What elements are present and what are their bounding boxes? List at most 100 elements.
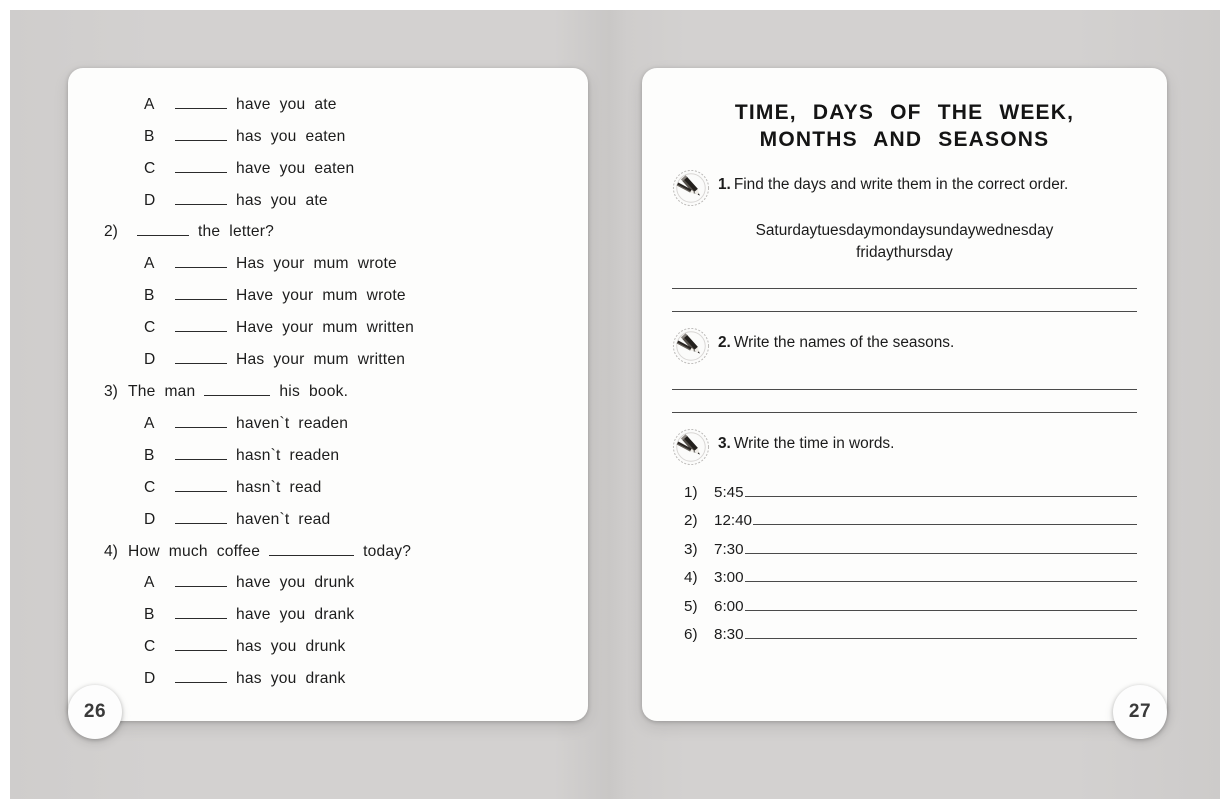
- answer-line[interactable]: [672, 411, 1137, 413]
- answer-blank[interactable]: [175, 317, 227, 333]
- answer-blank[interactable]: [175, 636, 227, 652]
- answer-blank[interactable]: [137, 222, 189, 237]
- time-row[interactable]: 5) 6:00: [672, 598, 1137, 615]
- option-row[interactable]: A haven`t readen: [98, 413, 558, 432]
- question-text-after: today?: [363, 542, 412, 560]
- answer-blank[interactable]: [753, 513, 1137, 525]
- option-row[interactable]: B have you drank: [98, 605, 558, 623]
- answer-blank[interactable]: [744, 627, 1137, 639]
- option-row[interactable]: B Have your mum wrote: [98, 285, 558, 305]
- option-letter: A: [144, 255, 155, 273]
- time-index: 6): [684, 626, 698, 643]
- option-text: Has your mum wrote: [236, 255, 397, 273]
- answer-blank[interactable]: [744, 541, 1137, 554]
- option-row[interactable]: C Have your mum written: [98, 317, 558, 336]
- page-title: TIME, DAYS OF THE WEEK, MONTHS AND SEASO…: [672, 100, 1137, 154]
- option-text: Has your mum written: [236, 351, 406, 369]
- answer-blank[interactable]: [175, 413, 227, 428]
- page-title-line-2: MONTHS AND SEASONS: [759, 127, 1050, 151]
- answer-blank[interactable]: [175, 190, 227, 205]
- option-row[interactable]: A have you drunk: [98, 573, 558, 591]
- option-letter: B: [144, 606, 155, 624]
- option-row[interactable]: D has you drank: [98, 668, 558, 688]
- answer-blank[interactable]: [175, 668, 227, 684]
- task-2-number: 2.: [718, 333, 731, 351]
- task-1-number: 1.: [718, 175, 731, 193]
- option-row[interactable]: D haven`t read: [98, 509, 558, 527]
- option-letter: A: [144, 95, 155, 113]
- answer-blank[interactable]: [175, 349, 227, 365]
- task-1: 1. Find the days and write them in the co…: [672, 169, 1137, 207]
- answer-blank[interactable]: [175, 285, 227, 301]
- task-1-instruction: Find the days and write them in the corr…: [733, 175, 1069, 193]
- time-row[interactable]: 1) 5:45: [672, 484, 1137, 501]
- option-text: has you drank: [236, 670, 346, 688]
- option-row[interactable]: B has you eaten: [98, 126, 558, 144]
- answer-blank[interactable]: [175, 94, 227, 109]
- option-text: has you eaten: [236, 127, 346, 145]
- answer-blank[interactable]: [269, 541, 355, 556]
- option-letter: C: [144, 159, 156, 177]
- option-row[interactable]: C have you eaten: [98, 158, 558, 176]
- time-index: 1): [684, 483, 698, 501]
- task-1-text: 1. Find the days and write them in the co…: [718, 171, 1137, 195]
- option-row[interactable]: A Has your mum wrote: [98, 254, 558, 272]
- option-row[interactable]: D Has your mum written: [98, 349, 558, 369]
- time-index: 4): [684, 569, 698, 586]
- page-number-left: 26: [68, 685, 122, 739]
- answer-blank[interactable]: [175, 445, 227, 460]
- option-letter: C: [144, 478, 156, 496]
- answer-blank[interactable]: [175, 158, 227, 173]
- page-title-line-1: TIME, DAYS OF THE WEEK,: [734, 101, 1075, 124]
- task-2-instruction: Write the names of the seasons.: [733, 333, 955, 351]
- task-2: 2. Write the names of the seasons.: [672, 327, 1137, 365]
- answer-blank[interactable]: [175, 509, 227, 524]
- answer-line[interactable]: [672, 388, 1137, 390]
- answer-line[interactable]: [672, 287, 1137, 289]
- time-row[interactable]: 6) 8:30: [672, 626, 1137, 643]
- answer-blank[interactable]: [744, 484, 1137, 497]
- pencil-badge-icon: [672, 428, 710, 466]
- option-text: Have your mum wrote: [236, 287, 406, 305]
- time-list: 1) 5:45 2) 12:40 3) 7:30 4) 3:00 5) 6:00…: [672, 484, 1137, 643]
- scramble-line-2: fridaythursday: [856, 243, 953, 261]
- answer-blank[interactable]: [175, 573, 227, 588]
- time-row[interactable]: 2) 12:40: [672, 512, 1137, 529]
- option-row[interactable]: C has you drunk: [98, 636, 558, 656]
- time-value: 3:00: [714, 569, 744, 586]
- question-prompt: 4) How much coffee today?: [98, 541, 558, 559]
- question-text: the letter?: [198, 223, 275, 241]
- answer-blank[interactable]: [204, 381, 271, 396]
- option-row[interactable]: D has you ate: [98, 190, 558, 208]
- option-letter: B: [144, 127, 155, 145]
- book-spread: A have you ate B has you eaten C have you eate…: [10, 10, 1220, 799]
- answer-blank[interactable]: [175, 126, 227, 141]
- option-row[interactable]: C hasn`t read: [98, 477, 558, 495]
- answer-blank[interactable]: [744, 598, 1137, 611]
- time-row[interactable]: 3) 7:30: [672, 541, 1137, 558]
- option-text: have you drank: [236, 606, 355, 624]
- option-letter: B: [144, 287, 155, 305]
- right-page: TIME, DAYS OF THE WEEK, MONTHS AND SEASO…: [642, 68, 1167, 721]
- question-text-before: The man: [128, 382, 196, 400]
- answer-blank[interactable]: [175, 477, 227, 492]
- option-text: haven`t read: [236, 510, 331, 528]
- time-value: 6:00: [714, 597, 744, 615]
- question-text-before: How much coffee: [128, 542, 261, 560]
- answer-blank[interactable]: [744, 570, 1137, 582]
- option-text: hasn`t readen: [236, 446, 340, 464]
- option-row[interactable]: A have you ate: [98, 94, 558, 113]
- answer-blank[interactable]: [175, 605, 227, 620]
- answer-line[interactable]: [672, 310, 1137, 312]
- pencil-badge-icon: [672, 327, 710, 365]
- right-page-content: TIME, DAYS OF THE WEEK, MONTHS AND SEASO…: [642, 68, 1167, 721]
- option-letter: C: [144, 638, 156, 656]
- question-prompt: 2) the letter?: [98, 222, 558, 240]
- time-value: 12:40: [714, 512, 753, 529]
- option-text: has you drunk: [236, 638, 346, 656]
- time-row[interactable]: 4) 3:00: [672, 569, 1137, 586]
- answer-blank[interactable]: [175, 254, 227, 269]
- option-letter: B: [144, 446, 155, 464]
- option-row[interactable]: B hasn`t readen: [98, 445, 558, 463]
- time-index: 5): [684, 597, 698, 615]
